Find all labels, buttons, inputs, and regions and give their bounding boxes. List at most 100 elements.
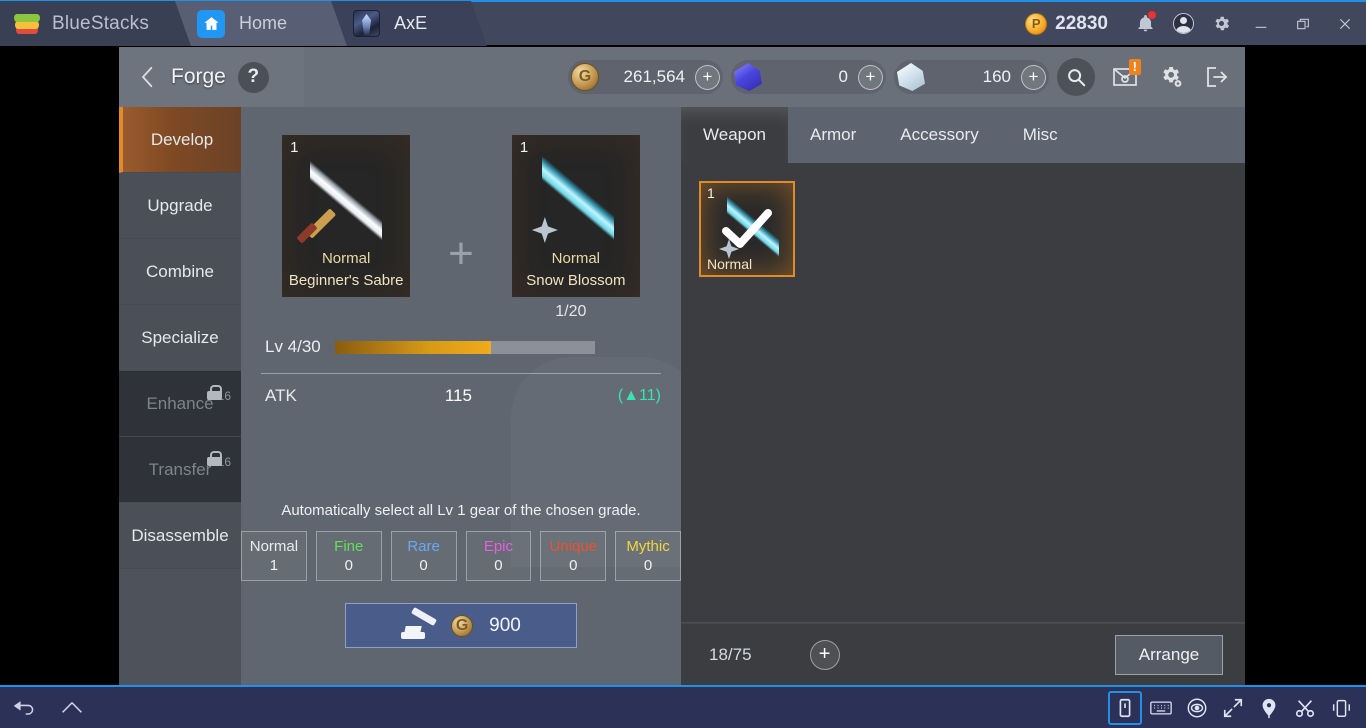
inventory-tabs: Weapon Armor Accessory Misc <box>681 107 1245 163</box>
inventory-item-grade: Normal <box>707 256 753 272</box>
tab-home[interactable]: Home <box>171 1 348 46</box>
tab-home-label: Home <box>239 13 288 33</box>
sidebar-item-transfer[interactable]: Transfer 2-16 <box>119 437 241 503</box>
level-progress-bar <box>334 340 595 354</box>
check-icon <box>722 209 772 248</box>
snow-blossom-art <box>512 145 640 257</box>
craft-panel: 1 Normal Beginner's Sabre + 1 Normal Sno… <box>241 107 681 685</box>
inventory-item-selected[interactable]: 1 Normal <box>699 181 795 277</box>
search-icon[interactable] <box>1057 58 1095 96</box>
notification-dot <box>1148 11 1156 19</box>
tab-axe-label: AxE <box>394 13 428 33</box>
white-gem-icon <box>897 63 925 91</box>
currency-group: G 261,564 + 0 + 160 + <box>568 60 1057 94</box>
grade-button-fine[interactable]: Fine 0 <box>315 531 382 581</box>
forge-sidebar: Develop Upgrade Combine Specialize Enhan… <box>119 107 241 685</box>
game-app-icon <box>353 10 381 37</box>
forge-cost-coin-icon: G <box>451 614 474 637</box>
mail-badge: ! <box>1128 59 1141 75</box>
keyboard-icon[interactable] <box>1144 691 1178 725</box>
tab-weapon[interactable]: Weapon <box>681 107 789 163</box>
inventory-item-qty: 1 <box>707 185 715 201</box>
notification-bell-icon[interactable] <box>1126 1 1164 46</box>
tab-accessory[interactable]: Accessory <box>878 107 1000 163</box>
tab-misc-label: Misc <box>1022 125 1058 144</box>
scissors-screenshot-icon[interactable] <box>1288 691 1322 725</box>
bluestacks-points-value: 22830 <box>1055 12 1108 34</box>
base-item-card[interactable]: 1 Normal Beginner's Sabre <box>282 135 411 297</box>
stat-key: ATK <box>265 386 297 405</box>
currency-gold-value: 261,564 <box>623 67 685 86</box>
beginners-sabre-art <box>282 145 410 257</box>
currency-white-gem[interactable]: 160 + <box>894 60 1049 94</box>
currency-blue-gem-value: 0 <box>838 67 848 86</box>
minimize-button[interactable] <box>1240 1 1282 46</box>
grade-button-normal[interactable]: Normal 1 <box>241 531 307 581</box>
sidebar-item-upgrade[interactable]: Upgrade <box>119 173 241 239</box>
sidebar-item-specialize[interactable]: Specialize <box>119 305 241 371</box>
tab-armor-label: Armor <box>810 125 857 144</box>
arrange-button[interactable]: Arrange <box>1115 634 1223 675</box>
material-count: 1/20 <box>555 303 587 320</box>
grade-normal-label: Normal <box>249 538 299 555</box>
sidebar-item-upgrade-label: Upgrade <box>147 195 213 215</box>
tab-misc[interactable]: Misc <box>1001 107 1080 163</box>
eye-macro-icon[interactable] <box>1180 691 1214 725</box>
grade-button-rare[interactable]: Rare 0 <box>390 531 457 581</box>
tab-axe[interactable]: AxE <box>327 1 488 46</box>
currency-gold[interactable]: G 261,564 + <box>568 60 723 94</box>
header-actions: ! <box>1057 55 1239 99</box>
plus-join-icon: + <box>448 229 474 278</box>
android-bottom-bar <box>0 685 1366 728</box>
close-button[interactable] <box>1324 1 1366 46</box>
gold-coin-icon: G <box>571 63 599 91</box>
bluestacks-window: BlueStacks Home AxE P 22830 Forge ? G 26… <box>0 0 1366 728</box>
exit-icon[interactable] <box>1195 55 1239 99</box>
grade-fine-label: Fine <box>334 538 364 555</box>
sidebar-item-disassemble[interactable]: Disassemble <box>119 503 241 569</box>
forge-button[interactable]: G 900 <box>345 603 577 648</box>
home-icon[interactable] <box>48 686 96 728</box>
grade-fine-count: 0 <box>344 557 353 574</box>
location-pin-icon[interactable] <box>1252 691 1286 725</box>
settings-gear-icon[interactable] <box>1202 1 1240 46</box>
account-avatar-icon[interactable] <box>1164 1 1202 46</box>
panel-background-shape <box>511 357 701 567</box>
forge-cost-value: 900 <box>489 614 521 636</box>
fullscreen-icon[interactable] <box>1216 691 1250 725</box>
back-arrow-icon[interactable] <box>0 686 48 728</box>
add-gold-button[interactable]: + <box>695 64 720 90</box>
shake-device-icon[interactable] <box>1324 691 1358 725</box>
sidebar-item-enhance[interactable]: Enhance 2-16 <box>119 371 241 437</box>
expand-inventory-button[interactable]: + <box>809 639 840 670</box>
bluestacks-brand-label: BlueStacks <box>52 12 150 34</box>
help-button[interactable]: ? <box>237 61 269 93</box>
back-chevron-icon[interactable] <box>127 54 169 100</box>
level-row: Lv 4/30 <box>241 321 681 357</box>
inventory-footer: 18/75 + Arrange <box>681 623 1245 685</box>
letterbox-right <box>1245 47 1366 685</box>
material-item-name: Snow Blossom <box>526 272 626 289</box>
settings-gears-icon[interactable] <box>1149 55 1193 99</box>
bluestacks-brand: BlueStacks <box>0 1 192 46</box>
sidebar-item-combine[interactable]: Combine <box>119 239 241 305</box>
game-viewport: Forge ? G 261,564 + 0 + 160 + ! Develop … <box>119 47 1245 685</box>
rotate-device-icon[interactable] <box>1108 690 1142 725</box>
bluestacks-logo-icon <box>14 13 40 35</box>
bluestacks-points[interactable]: P 22830 <box>1025 12 1108 35</box>
restore-button[interactable] <box>1282 1 1324 46</box>
bluestacks-points-coin-icon: P <box>1025 12 1048 35</box>
blue-gem-icon <box>734 63 762 91</box>
mail-inbox-icon[interactable]: ! <box>1103 55 1147 99</box>
inventory-grid: 1 Normal <box>681 163 1245 277</box>
currency-blue-gem[interactable]: 0 + <box>731 60 886 94</box>
letterbox-left <box>0 47 119 685</box>
sidebar-item-disassemble-label: Disassemble <box>131 525 229 545</box>
sidebar-item-develop[interactable]: Develop <box>119 107 241 173</box>
add-white-gem-button[interactable]: + <box>1021 64 1046 90</box>
base-item-name: Beginner's Sabre <box>288 272 404 289</box>
tab-accessory-label: Accessory <box>900 125 979 144</box>
add-blue-gem-button[interactable]: + <box>858 64 883 90</box>
tab-armor[interactable]: Armor <box>788 107 878 163</box>
material-item-card[interactable]: 1 Normal Snow Blossom <box>511 135 640 297</box>
